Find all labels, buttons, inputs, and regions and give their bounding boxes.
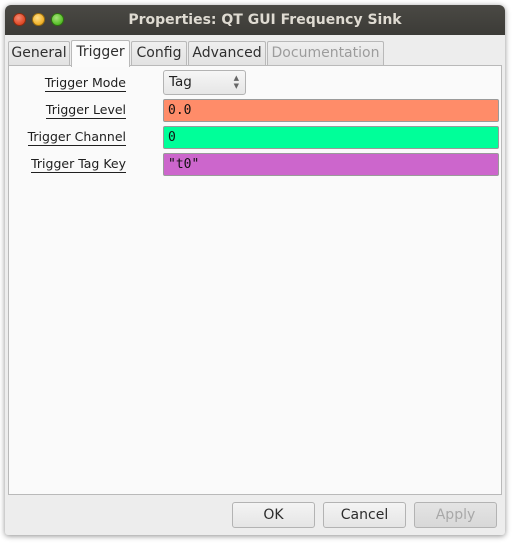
trigger-channel-input[interactable]: 0 [163, 126, 499, 149]
trigger-mode-value: Tag [169, 74, 192, 90]
titlebar: Properties: QT GUI Frequency Sink [5, 5, 505, 35]
tab-documentation[interactable]: Documentation [267, 41, 384, 65]
trigger-tag-key-input[interactable]: "t0" [163, 153, 499, 176]
updown-arrows-icon: ▲ ▼ [233, 74, 239, 90]
trigger-tag-key-label: Trigger Tag Key [31, 156, 126, 173]
trigger-panel: Trigger Mode Tag ▲ ▼ Trigger Level 0.0 Tr… [8, 65, 502, 495]
ok-button[interactable]: OK [232, 502, 315, 528]
tab-config[interactable]: Config [131, 41, 187, 65]
tab-general[interactable]: General [8, 41, 70, 65]
tab-advanced[interactable]: Advanced [188, 41, 266, 65]
trigger-mode-select[interactable]: Tag ▲ ▼ [163, 70, 246, 95]
tab-trigger[interactable]: Trigger [71, 40, 130, 67]
trigger-channel-label: Trigger Channel [27, 129, 126, 146]
trigger-level-input[interactable]: 0.0 [163, 99, 499, 122]
trigger-level-label: Trigger Level [45, 102, 126, 119]
trigger-mode-label: Trigger Mode [44, 75, 126, 92]
cancel-button[interactable]: Cancel [323, 502, 406, 528]
window-title: Properties: QT GUI Frequency Sink [128, 12, 402, 28]
apply-button[interactable]: Apply [414, 502, 497, 528]
properties-dialog: Properties: QT GUI Frequency Sink Genera… [5, 5, 505, 535]
